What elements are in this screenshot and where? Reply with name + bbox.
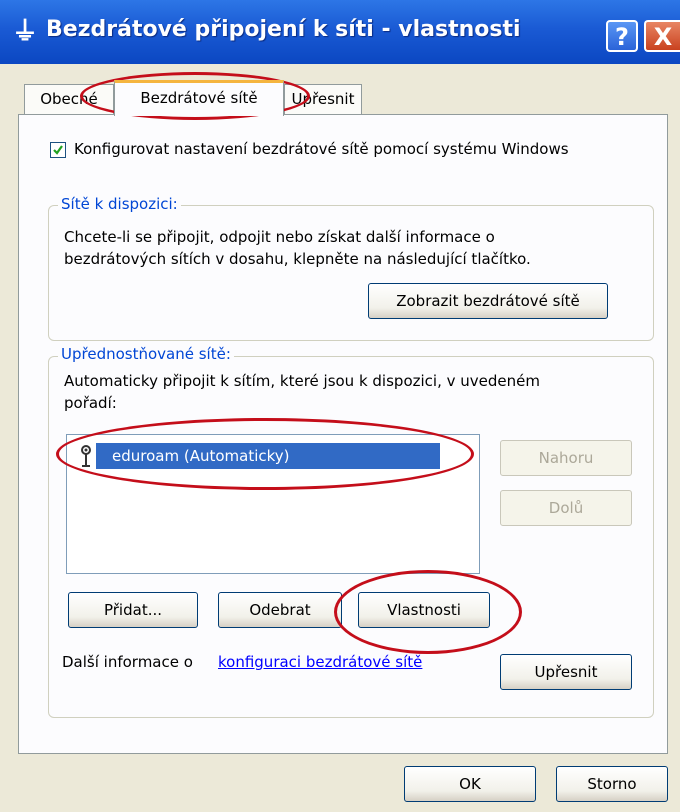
preferred-description-line2: pořadí: [64, 394, 117, 412]
move-down-button[interactable]: Dolů [500, 490, 632, 526]
wireless-network-icon [76, 444, 96, 468]
list-item[interactable]: eduroam (Automaticky) [96, 443, 440, 469]
available-networks-legend: Sítě k dispozici: [58, 195, 181, 213]
network-connection-icon: ⏚ [12, 17, 39, 47]
tab-general[interactable]: Obecné [24, 84, 114, 114]
wireless-config-link[interactable]: konfiguraci bezdrátové sítě [218, 653, 422, 671]
configure-windows-checkbox[interactable] [50, 142, 66, 158]
cancel-button[interactable]: Storno [556, 766, 668, 802]
window-title: Bezdrátové připojení k síti - vlastnosti [46, 17, 521, 42]
checkmark-icon [53, 145, 63, 155]
properties-window: ⏚ Bezdrátové připojení k síti - vlastnos… [0, 0, 680, 812]
ok-button[interactable]: OK [404, 766, 536, 802]
advanced-button[interactable]: Upřesnit [500, 654, 632, 690]
tab-advanced[interactable]: Upřesnit [284, 84, 362, 114]
configure-windows-label: Konfigurovat nastavení bezdrátové sítě p… [74, 140, 569, 158]
add-network-button[interactable]: Přidat... [68, 592, 198, 628]
move-up-button[interactable]: Nahoru [500, 440, 632, 476]
remove-network-button[interactable]: Odebrat [218, 592, 342, 628]
title-bar[interactable]: ⏚ Bezdrátové připojení k síti - vlastnos… [0, 0, 680, 64]
view-wireless-networks-button[interactable]: Zobrazit bezdrátové sítě [368, 283, 608, 319]
preferred-networks-legend: Upřednostňované sítě: [58, 345, 234, 363]
tab-wireless-networks[interactable]: Bezdrátové sítě [114, 80, 284, 116]
close-button[interactable]: X [644, 20, 680, 52]
more-info-text: Další informace o [62, 653, 193, 671]
available-description-line2: bezdrátových sítích v dosahu, klepněte n… [64, 250, 531, 268]
preferred-description-line1: Automaticky připojit k sítím, které jsou… [64, 372, 540, 390]
available-networks-group [48, 205, 654, 341]
properties-button[interactable]: Vlastnosti [358, 592, 490, 628]
available-description-line1: Chcete-li se připojit, odpojit nebo získ… [64, 228, 495, 246]
help-button[interactable]: ? [606, 20, 638, 52]
